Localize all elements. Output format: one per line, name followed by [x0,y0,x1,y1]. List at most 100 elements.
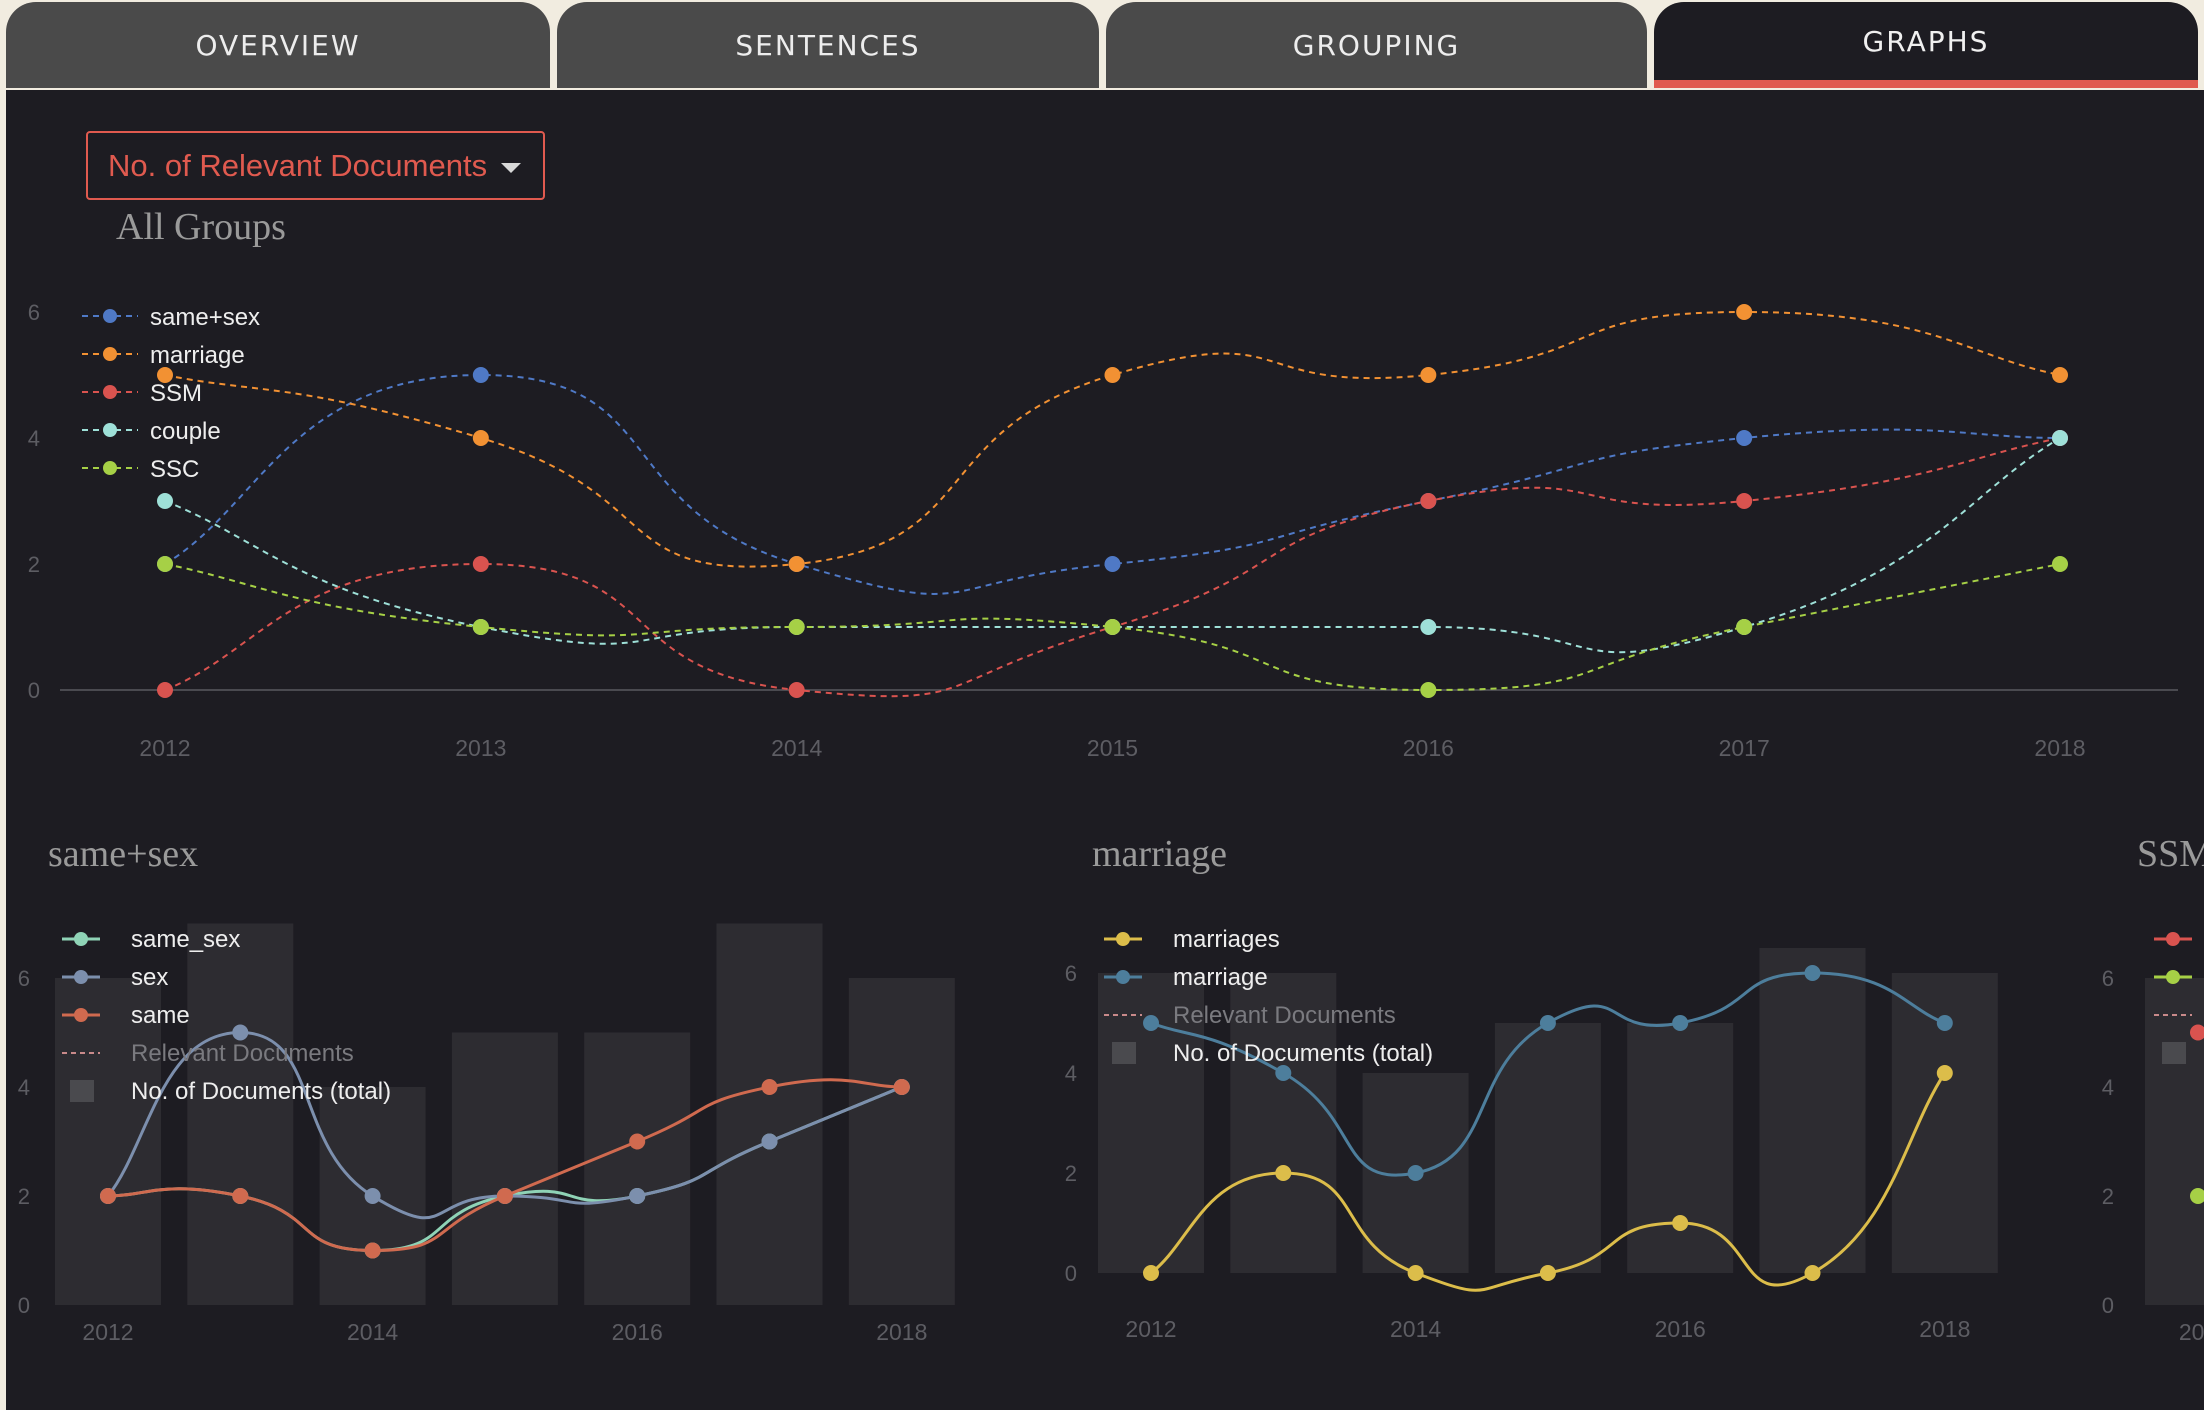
legend-marker-ssm [103,385,117,399]
legend-label-relevant-documents: Relevant Documents [131,1040,354,1067]
tab-overview[interactable]: OVERVIEW [6,2,550,88]
same-sex-chart-title: same+sex [48,833,199,875]
legend-label-marriage: marriage [150,342,245,369]
data-point-marriages [1143,1265,1159,1281]
legend-label-total-documents: No. of Documents (total) [1173,1040,1433,1067]
legend-marker-ssc [103,461,117,475]
data-point-ssm [157,682,173,698]
legend-marker [2166,932,2180,946]
data-point-couple [1420,619,1437,635]
x-tick-label: 2013 [455,735,506,761]
series-line-marriage [164,310,2061,568]
legend-label-ssc: SSC [150,456,199,483]
x-tick-label: 2012 [1125,1316,1176,1342]
x-tick-label: 2012 [82,1319,133,1345]
data-point-marriage [1804,965,1821,981]
y-tick-label: 2 [2102,1184,2114,1209]
y-tick-label: 6 [28,300,40,325]
data-point-marriages [1539,1265,1556,1281]
data-point-marriage [1143,1015,1159,1031]
y-tick-label: 6 [18,966,30,991]
y-tick-label: 0 [28,678,40,703]
ssm-chart-title: SSM [2137,833,2204,875]
data-point-marriages [1407,1265,1424,1281]
data-point-same [100,1188,116,1204]
legend-label-marriages: marriages [1173,926,1280,953]
tab-sentences[interactable]: SENTENCES [557,2,1099,88]
x-tick-label: 2018 [876,1319,927,1345]
chevron-down-icon [501,163,521,173]
data-point-marriage [1275,1065,1292,1081]
data-point-same-sex [472,367,489,383]
data-point-sex [364,1188,381,1204]
all-groups-chart: 0 2 4 6 2012 2013 2014 2015 2016 2017 2018 same+sex… [28,300,2178,761]
legend-label-same-sex: same_sex [131,926,240,953]
data-point-ssc [1420,682,1437,698]
data-point-couple [2052,430,2068,446]
data-point-ssc [472,619,489,635]
data-point-ssm [788,682,805,698]
metric-dropdown[interactable]: No. of Relevant Documents [86,131,545,200]
tab-graphs[interactable]: GRAPHS [1654,2,2198,88]
y-tick-label: 0 [1065,1261,1077,1286]
data-point-marriages [1804,1265,1821,1281]
total-documents-bar [1627,1023,1734,1273]
total-documents-bar [1759,948,1866,1273]
x-tick-label: 2018 [1919,1316,1970,1342]
x-tick-label: 2014 [347,1319,398,1345]
data-point-marriage [472,430,489,446]
y-tick-label: 4 [18,1075,30,1100]
legend-marker [1116,970,1130,984]
data-point-marriage [1672,1015,1689,1031]
data-point-ssm [1736,493,1753,509]
tab-bar: OVERVIEW SENTENCES GROUPING GRAPHS [0,0,2204,90]
legend-marker [74,1008,88,1022]
data-point-same [761,1079,778,1095]
y-tick-label: 4 [1065,1061,1077,1086]
legend-marker [2166,970,2180,984]
data-point-sex [232,1024,249,1041]
legend-swatch-total-documents [2162,1042,2186,1064]
x-tick-label: 2017 [1719,735,1770,761]
data-point-ssc [1104,619,1121,635]
data-point-same [893,1079,910,1095]
data-point-sex [761,1133,778,1150]
x-tick-label: 2016 [1655,1316,1706,1342]
data-point-same-sex [1104,556,1121,572]
data-point-ssc [2052,556,2068,572]
total-documents-bar [716,923,823,1305]
data-point-marriage [1539,1015,1556,1031]
data-point-same [496,1188,513,1204]
tab-grouping[interactable]: GROUPING [1106,2,1647,88]
data-point-marriage [788,556,805,572]
data-point-couple [157,493,173,509]
marriage-chart: 0 2 4 6 2012 2014 2016 2018 marriages marriage Rel… [1065,926,1998,1342]
data-point-same-sex [1736,430,1753,446]
main-chart-title: All Groups [116,206,286,248]
legend-label-same-sex: same+sex [150,304,260,331]
legend-marker [74,970,88,984]
data-point-marriage [1936,1015,1953,1031]
y-tick-label: 6 [1065,961,1077,986]
legend-label-ssm: SSM [150,380,202,407]
x-tick-label: 201 [2179,1319,2204,1345]
x-tick-label: 2014 [771,735,822,761]
legend-label-total-documents: No. of Documents (total) [131,1078,391,1105]
same-sex-chart: 0 2 4 6 2012 2014 2016 2018 same_sexsex same Relev… [18,923,955,1345]
data-point-marriages [1672,1215,1689,1231]
metric-dropdown-value: No. of Relevant Documents [108,147,488,183]
legend-marker [1116,932,1130,946]
legend-marker-couple [103,423,117,437]
total-documents-bar [584,1032,691,1305]
y-tick-label: 2 [1065,1161,1077,1186]
legend-label-relevant-documents: Relevant Documents [1173,1002,1396,1029]
legend-label-couple: couple [150,418,221,445]
legend-marker-same-sex [103,309,117,323]
data-point-same [232,1188,249,1204]
data-point-marriage [1736,304,1753,320]
x-tick-label: 2016 [612,1319,663,1345]
legend-label-same: same [131,1002,190,1029]
data-point-marriages [1275,1165,1292,1181]
y-tick-label: 0 [18,1293,30,1318]
data-point-marriage [1104,367,1121,383]
